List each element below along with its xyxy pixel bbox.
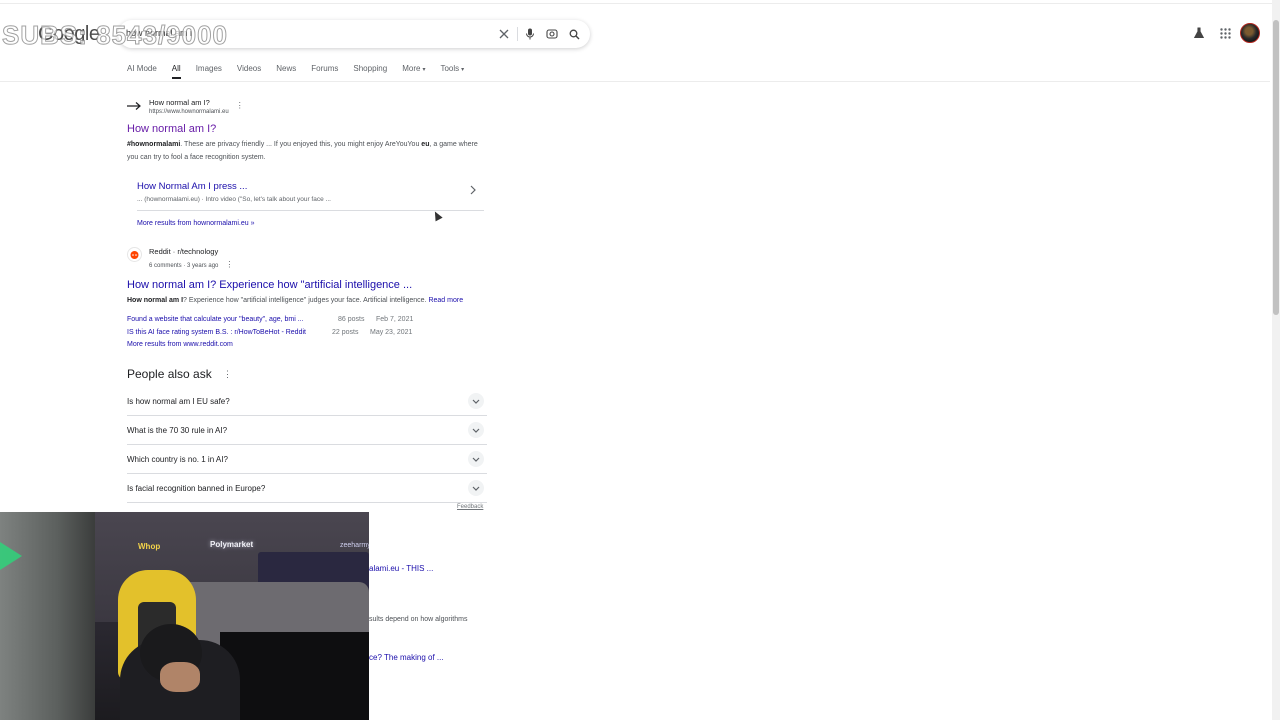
sitelink-card[interactable]: How Normal Am I press ... ... (hownormal…: [137, 179, 484, 211]
chevron-right-icon: [470, 185, 476, 198]
partial-result-snippet: sults depend on how algorithms: [369, 616, 468, 623]
paa-question[interactable]: Is facial recognition banned in Europe?: [127, 474, 487, 503]
reddit-icon: [127, 247, 142, 262]
more-options-icon[interactable]: ⋮: [236, 98, 244, 114]
partial-result-title[interactable]: alami.eu - THIS ...: [369, 564, 433, 573]
webcam-overlay: Whop Polymarket zeeharmy: [0, 512, 369, 720]
search-icon[interactable]: [566, 26, 582, 42]
more-results-link[interactable]: More results from hownormalami.eu »: [137, 220, 255, 227]
search-box[interactable]: how normal am i: [118, 20, 590, 48]
tab-tools[interactable]: Tools ▾: [440, 64, 464, 78]
paa-question-text: What is the 70 30 rule in AI?: [127, 426, 228, 435]
people-also-ask-heading: People also ask: [127, 367, 212, 381]
tab-shopping[interactable]: Shopping: [353, 64, 387, 78]
tab-news[interactable]: News: [276, 64, 296, 78]
webcam-table: [220, 632, 369, 720]
sitelink-title[interactable]: How Normal Am I press ...: [137, 181, 247, 192]
search-result: Reddit · r/technology 6 comments · 3 yea…: [127, 247, 487, 308]
webcam-neon-sign: Whop: [138, 542, 161, 551]
search-tabs: AI Mode All Images Videos News Forums Sh…: [127, 64, 479, 79]
search-result: How normal am I? https://www.hownormalam…: [127, 98, 487, 164]
clear-icon[interactable]: [496, 26, 512, 42]
paa-question[interactable]: What is the 70 30 rule in AI?: [127, 416, 487, 445]
tabs-divider: [0, 81, 1270, 82]
site-url[interactable]: https://www.hownormalami.eu: [149, 108, 229, 117]
paa-question[interactable]: Is how normal am I EU safe?: [127, 387, 487, 416]
related-threads: Found a website that calculate your "bea…: [127, 314, 413, 352]
chevron-down-icon[interactable]: [468, 393, 484, 409]
thread-date: May 23, 2021: [370, 328, 413, 336]
list-item: IS this AI face rating system B.S. : r/H…: [127, 327, 413, 340]
chevron-down-icon[interactable]: [468, 480, 484, 496]
tab-ai-mode[interactable]: AI Mode: [127, 64, 157, 78]
result-title-link[interactable]: How normal am I?: [127, 122, 487, 136]
chevron-down-icon: ▾: [422, 67, 426, 73]
arrow-right-icon: [127, 98, 142, 113]
scrollbar-thumb[interactable]: [1273, 20, 1279, 315]
result-title-link[interactable]: How normal am I? Experience how "artific…: [127, 278, 487, 292]
feedback-link[interactable]: Feedback: [457, 504, 483, 510]
mic-icon[interactable]: [522, 26, 538, 42]
tab-forums[interactable]: Forums: [311, 64, 338, 78]
read-more-link[interactable]: Read more: [428, 297, 463, 304]
webcam-neon-sign: zeeharmy: [340, 542, 369, 549]
apps-grid-icon[interactable]: [1216, 24, 1234, 42]
site-name[interactable]: How normal am I?: [149, 98, 229, 108]
thread-link[interactable]: Found a website that calculate your "bea…: [127, 314, 338, 327]
tab-all[interactable]: All: [171, 64, 181, 79]
labs-flask-icon[interactable]: [1190, 24, 1208, 42]
search-input[interactable]: how normal am i: [126, 28, 192, 38]
webcam-face: [160, 662, 200, 692]
site-name[interactable]: Reddit · r/technology: [149, 247, 233, 257]
paa-question-text: Is facial recognition banned in Europe?: [127, 484, 266, 493]
tab-more[interactable]: More ▾: [402, 64, 425, 78]
search-divider: [517, 27, 518, 41]
webcam-neon-arrow: [0, 542, 22, 570]
tab-images[interactable]: Images: [196, 64, 222, 78]
more-options-icon[interactable]: ⋮: [223, 369, 232, 380]
account-avatar[interactable]: [1240, 23, 1260, 43]
thread-posts: 86 posts: [338, 316, 365, 323]
top-border: [0, 0, 1280, 4]
chevron-down-icon[interactable]: [468, 422, 484, 438]
thread-posts: 22 posts: [332, 328, 359, 336]
tab-videos[interactable]: Videos: [237, 64, 261, 78]
mouse-cursor: [431, 209, 443, 222]
paa-question[interactable]: Which country is no. 1 in AI?: [127, 445, 487, 474]
paa-question-text: Which country is no. 1 in AI?: [127, 455, 228, 464]
result-snippet: How normal am I? Experience how "artific…: [127, 297, 464, 304]
lens-icon[interactable]: [544, 26, 560, 42]
thread-date: Feb 7, 2021: [376, 316, 414, 323]
webcam-neon-sign: Polymarket: [210, 540, 254, 549]
chevron-down-icon: ▾: [461, 67, 465, 73]
google-logo[interactable]: Google: [38, 23, 100, 46]
more-results-link[interactable]: More results from www.reddit.com: [127, 339, 233, 352]
list-item: Found a website that calculate your "bea…: [127, 314, 413, 327]
result-meta: 6 comments · 3 years ago ⋮: [149, 260, 234, 269]
paa-question-text: Is how normal am I EU safe?: [127, 397, 230, 406]
chevron-down-icon[interactable]: [468, 451, 484, 467]
more-options-icon[interactable]: ⋮: [225, 260, 233, 269]
thread-link[interactable]: IS this AI face rating system B.S. : r/H…: [127, 327, 332, 340]
sitelink-description: ... (hownormalami.eu) · Intro video ("So…: [137, 196, 331, 203]
list-item: More results from www.reddit.com: [127, 339, 413, 352]
result-snippet: #hownormalami. These are privacy friendl…: [127, 141, 478, 161]
partial-result-title[interactable]: ce? The making of ...: [369, 653, 444, 662]
